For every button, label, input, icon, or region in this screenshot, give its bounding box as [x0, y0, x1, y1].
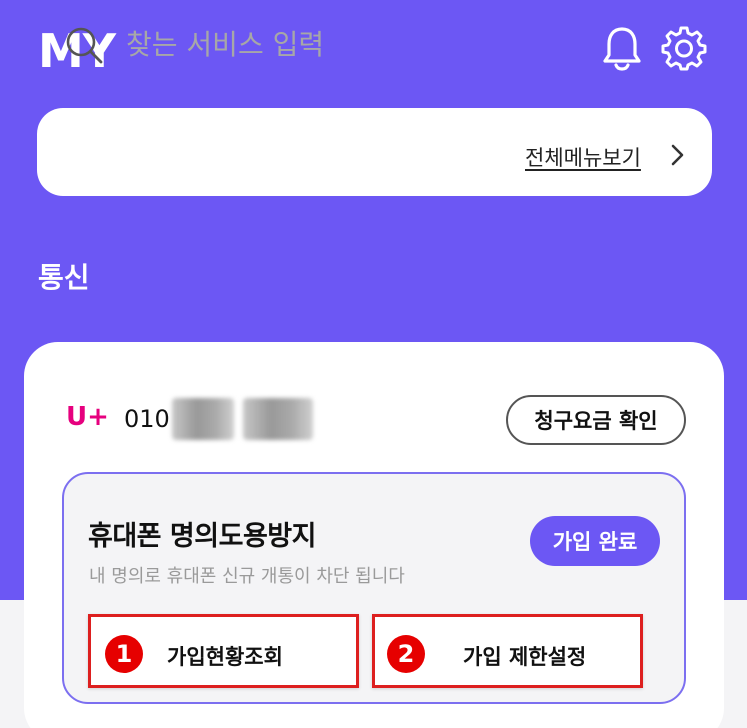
restriction-settings-button[interactable]: 2 가입 제한설정	[372, 614, 643, 688]
notifications-button[interactable]	[598, 24, 646, 72]
annotation-marker-1: 1	[105, 635, 143, 673]
button-label: 가입현황조회	[167, 645, 283, 669]
annotation-marker-2: 2	[387, 635, 425, 673]
check-bill-button[interactable]: 청구요금 확인	[506, 395, 686, 445]
service-title: 휴대폰 명의도용방지	[88, 521, 316, 552]
chevron-right-icon[interactable]	[668, 144, 688, 166]
bell-icon	[603, 27, 641, 71]
all-menu-link[interactable]: 전체메뉴보기	[525, 142, 641, 172]
phone-number-redaction	[172, 398, 234, 440]
phone-number-redaction	[243, 398, 313, 440]
phone-number: 010	[124, 405, 170, 433]
subscription-status-button[interactable]: 1 가입현황조회	[88, 614, 359, 688]
gear-icon	[661, 26, 707, 71]
search-input[interactable]	[126, 24, 426, 64]
service-description: 내 명의로 휴대폰 신규 개통이 차단 됩니다	[89, 566, 405, 587]
search-icon	[66, 27, 103, 64]
status-badge: 가입 완료	[530, 516, 660, 566]
button-label: 가입 제한설정	[463, 645, 587, 669]
settings-button[interactable]	[660, 24, 708, 72]
carrier-logo: U+	[66, 402, 109, 432]
section-title: 통신	[38, 261, 90, 294]
